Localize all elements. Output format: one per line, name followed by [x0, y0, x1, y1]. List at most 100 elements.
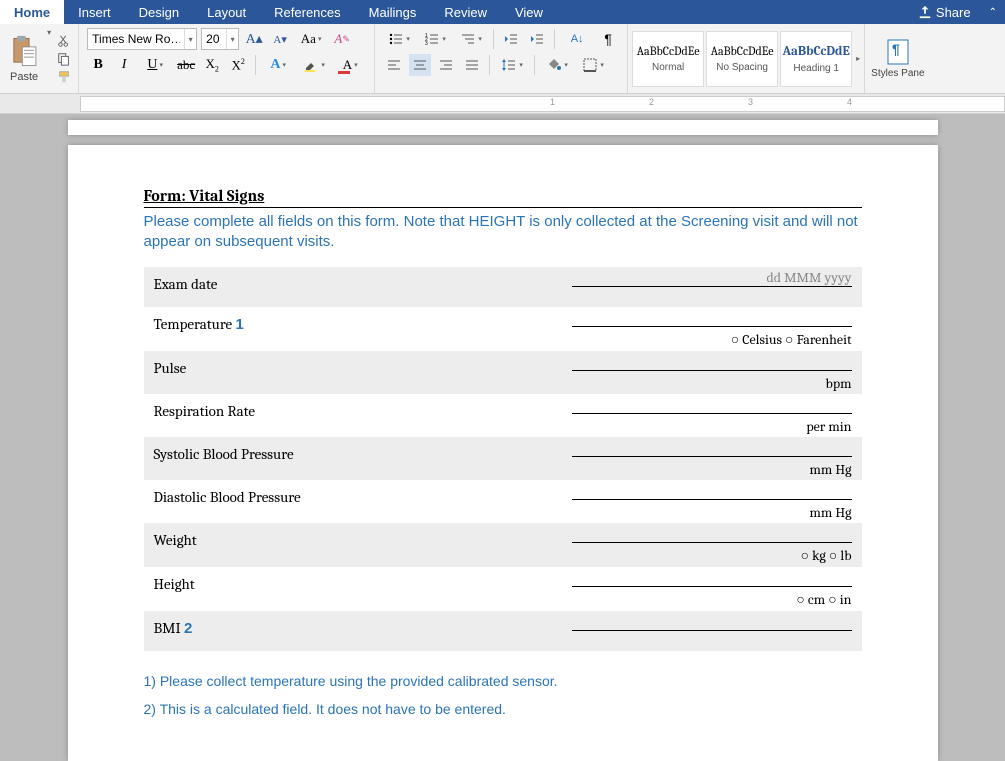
line-spacing-icon[interactable]: ▾ [496, 54, 528, 76]
font-name-select[interactable]: ▾ [87, 28, 197, 50]
form-unit-label: ○ cm ○ in [796, 591, 851, 609]
text-effects-icon[interactable]: A▾ [262, 54, 294, 76]
format-painter-icon[interactable] [56, 69, 72, 85]
number-list-icon[interactable]: 123▾ [419, 28, 451, 50]
superscript-button[interactable]: X2 [227, 54, 249, 76]
form-row-label: BMI 2 [154, 617, 444, 637]
align-right-icon[interactable] [435, 54, 457, 76]
form-unit-label: mm Hg [809, 461, 851, 478]
bold-button[interactable]: B [87, 54, 109, 76]
form-row-field: mm Hg [444, 486, 852, 521]
style-heading-1[interactable]: AaBbCcDdE Heading 1 [780, 31, 852, 87]
previous-page-slice [68, 120, 938, 135]
change-case-icon[interactable]: Aa▾ [295, 28, 327, 50]
form-input-line[interactable]: dd MMM yyyy [572, 273, 852, 287]
font-size-input[interactable] [202, 29, 226, 49]
form-input-line[interactable] [572, 357, 852, 371]
bullet-list-icon[interactable]: ▾ [383, 28, 415, 50]
styles-pane-icon: ¶ [886, 38, 910, 66]
form-input-line[interactable] [572, 617, 852, 631]
paste-dropdown-icon[interactable]: ▾ [44, 28, 54, 37]
font-name-dropdown-icon[interactable]: ▾ [184, 29, 196, 49]
form-row: Systolic Blood Pressure mm Hg [144, 437, 862, 480]
form-instructions: Please complete all fields on this form.… [144, 212, 862, 251]
decrease-indent-icon[interactable] [500, 28, 522, 50]
form-row-field: per min [444, 400, 852, 435]
styles-gallery-expand-icon[interactable]: ▸ [856, 31, 860, 87]
form-row-label: Diastolic Blood Pressure [154, 486, 444, 506]
form-row-field: bpm [444, 357, 852, 392]
italic-button[interactable]: I [113, 54, 135, 76]
ribbon-collapse-icon[interactable]: ⌃ [981, 3, 1005, 22]
font-size-dropdown-icon[interactable]: ▾ [226, 29, 238, 49]
ruler-tick: 2 [649, 97, 654, 107]
tab-insert[interactable]: Insert [64, 0, 125, 24]
form-row: Respiration Rate per min [144, 394, 862, 437]
tab-mailings[interactable]: Mailings [355, 0, 431, 24]
tab-review[interactable]: Review [430, 0, 501, 24]
form-input-line[interactable] [572, 313, 852, 327]
form-placeholder: dd MMM yyyy [766, 269, 851, 286]
tab-design[interactable]: Design [125, 0, 193, 24]
form-footnote: 2) This is a calculated field. It does n… [144, 701, 862, 717]
sort-icon[interactable]: A↓ [561, 28, 593, 50]
align-center-icon[interactable] [409, 54, 431, 76]
highlight-icon[interactable]: ▾ [298, 54, 330, 76]
vitals-table: Exam date dd MMM yyyyTemperature 1○ Cels… [144, 267, 862, 651]
form-input-line[interactable] [572, 529, 852, 543]
ribbon: Paste ▾ ▾ ▾ A▴ A▾ Aa▾ A✎ B I U▾ [0, 24, 1005, 94]
paste-label: Paste [10, 71, 38, 83]
justify-icon[interactable] [461, 54, 483, 76]
styles-group: AaBbCcDdEeNormalAaBbCcDdEeNo SpacingAaBb… [628, 24, 865, 93]
form-input-line[interactable] [572, 443, 852, 457]
form-row: Height ○ cm ○ in [144, 567, 862, 611]
form-input-line[interactable] [572, 573, 852, 587]
paste-icon[interactable] [10, 35, 38, 69]
cut-icon[interactable] [56, 33, 72, 49]
font-color-icon[interactable]: A▾ [334, 54, 366, 76]
form-footnote: 1) Please collect temperature using the … [144, 673, 862, 689]
form-input-line[interactable] [572, 486, 852, 500]
style-name-label: No Spacing [716, 62, 768, 73]
multilevel-list-icon[interactable]: ▾ [455, 28, 487, 50]
align-left-icon[interactable] [383, 54, 405, 76]
form-input-line[interactable] [572, 400, 852, 414]
tab-home[interactable]: Home [0, 0, 64, 24]
form-row-field: dd MMM yyyy [444, 273, 852, 287]
style-normal[interactable]: AaBbCcDdEeNormal [632, 31, 704, 87]
document-page[interactable]: Form: Vital Signs Please complete all fi… [68, 145, 938, 761]
paragraph-marks-icon[interactable]: ¶ [597, 28, 619, 50]
underline-button[interactable]: U▾ [139, 54, 171, 76]
tab-view[interactable]: View [501, 0, 557, 24]
footnote-ref: 1 [235, 316, 243, 333]
style-sample: AaBbCcDdE [783, 44, 850, 59]
font-size-select[interactable]: ▾ [201, 28, 239, 50]
subscript-button[interactable]: X2 [201, 54, 223, 76]
tab-layout[interactable]: Layout [193, 0, 260, 24]
clear-formatting-icon[interactable]: A✎ [331, 28, 353, 50]
form-row-label: Temperature 1 [154, 313, 444, 333]
form-row: BMI 2 [144, 611, 862, 651]
form-title: Form: Vital Signs [144, 187, 862, 208]
svg-text:¶: ¶ [892, 41, 900, 57]
paragraph-group: ▾ 123▾ ▾ A↓ ¶ ▾ ▾ ▾ [375, 24, 628, 93]
tab-references[interactable]: References [260, 0, 354, 24]
increase-indent-icon[interactable] [526, 28, 548, 50]
form-row-label: Systolic Blood Pressure [154, 443, 444, 463]
horizontal-ruler[interactable]: 1234 [80, 96, 1005, 112]
form-row-field: mm Hg [444, 443, 852, 478]
form-unit-label: bpm [826, 375, 852, 392]
strikethrough-button[interactable]: abc [175, 54, 197, 76]
style-name-label: Heading 1 [793, 63, 839, 74]
copy-icon[interactable] [56, 51, 72, 67]
form-row-label: Respiration Rate [154, 400, 444, 420]
font-name-input[interactable] [88, 29, 184, 49]
style-no-spacing[interactable]: AaBbCcDdEeNo Spacing [706, 31, 778, 87]
ruler-tick: 4 [847, 97, 852, 107]
styles-pane-button[interactable]: ¶ Styles Pane [865, 24, 930, 93]
share-button[interactable]: Share [908, 1, 981, 24]
borders-icon[interactable]: ▾ [577, 54, 609, 76]
decrease-font-icon[interactable]: A▾ [269, 28, 291, 50]
shading-icon[interactable]: ▾ [541, 54, 573, 76]
increase-font-icon[interactable]: A▴ [243, 28, 265, 50]
